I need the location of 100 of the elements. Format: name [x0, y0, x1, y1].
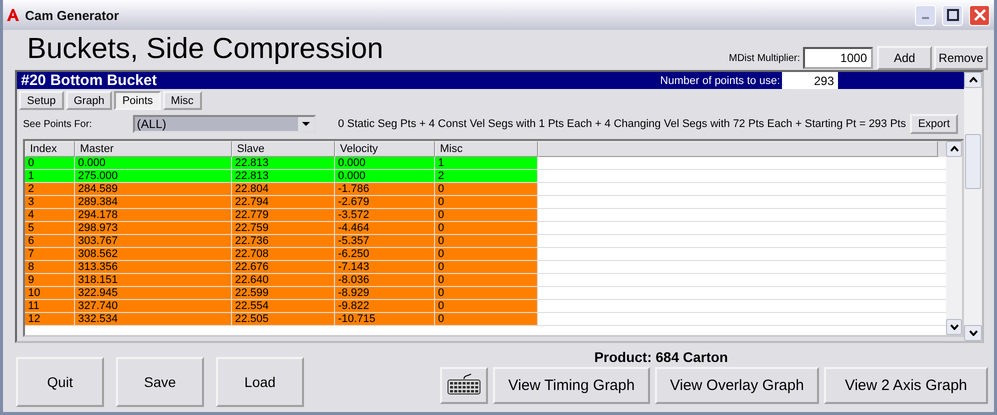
- table-cell: 275.000: [75, 170, 232, 182]
- mdist-label: MDist Multiplier:: [728, 53, 800, 64]
- table-cell: 0: [435, 183, 538, 195]
- graph-button[interactable]: View Overlay Graph: [655, 367, 819, 404]
- table-cell: -6.250: [335, 248, 435, 260]
- table-cell: 0: [435, 274, 538, 286]
- window-title: Cam Generator: [25, 8, 120, 22]
- toolbar-button[interactable]: Remove: [934, 46, 988, 70]
- table-cell: 22.759: [232, 222, 335, 234]
- table-cell: 0.000: [75, 157, 232, 169]
- tab[interactable]: Points: [114, 91, 161, 110]
- product-label: Product: 684 Carton: [594, 349, 728, 365]
- table-cell: 12: [25, 313, 75, 325]
- close-button[interactable]: [969, 4, 990, 26]
- table-cell: 22.794: [232, 196, 335, 208]
- table-cell: 4: [25, 209, 75, 221]
- see-points-label: See Points For:: [23, 118, 92, 130]
- table-cell: 22.599: [232, 287, 335, 299]
- maximize-icon: [946, 9, 958, 21]
- table-cell: 22.505: [232, 313, 335, 325]
- column-header[interactable]: Index: [25, 141, 75, 157]
- table-cell: 308.562: [75, 248, 232, 260]
- close-icon: [974, 9, 986, 21]
- table-scrollbar[interactable]: [946, 141, 962, 335]
- table-cell: 7: [25, 248, 75, 260]
- table-cell: 0: [25, 157, 75, 169]
- scroll-down-icon[interactable]: [950, 324, 958, 330]
- table-cell: 3: [25, 196, 75, 208]
- see-points-dropdown[interactable]: (ALL): [132, 115, 316, 133]
- minimize-button[interactable]: [915, 4, 936, 26]
- table-cell: -4.464: [335, 222, 435, 234]
- table-cell: -9.822: [335, 300, 435, 312]
- table-cell: 8: [25, 261, 75, 273]
- table-cell: 298.973: [75, 222, 232, 234]
- column-header[interactable]: Velocity: [335, 141, 435, 157]
- table-cell: 10: [25, 287, 75, 299]
- table-cell: 0: [435, 287, 538, 299]
- table-cell: 6: [25, 235, 75, 247]
- scroll-down-icon[interactable]: [968, 330, 978, 336]
- table-cell: 332.534: [75, 313, 232, 325]
- app-logo-icon: [7, 9, 19, 21]
- table-cell: 0: [435, 235, 538, 247]
- table-cell: 1: [435, 157, 538, 169]
- table-cell: 0: [435, 248, 538, 260]
- table-cell: -7.143: [335, 261, 435, 273]
- table-cell: -5.357: [335, 235, 435, 247]
- table-cell: 318.151: [75, 274, 232, 286]
- table-cell: -10.715: [335, 313, 435, 325]
- table-cell: 284.589: [75, 183, 232, 195]
- tab[interactable]: Graph: [66, 91, 112, 110]
- action-button[interactable]: Quit: [16, 357, 104, 407]
- table-cell: -8.036: [335, 274, 435, 286]
- column-header[interactable]: Slave: [232, 141, 335, 157]
- table-cell: -8.929: [335, 287, 435, 299]
- table-cell: 5: [25, 222, 75, 234]
- table-cell: 0: [435, 209, 538, 221]
- table-cell: 22.640: [232, 274, 335, 286]
- table-cell: 22.813: [232, 170, 335, 182]
- mdist-field[interactable]: 1000: [803, 47, 873, 69]
- action-button[interactable]: Load: [216, 357, 304, 407]
- points-field[interactable]: 293: [782, 72, 838, 89]
- table-cell: -1.786: [335, 183, 435, 195]
- graph-button[interactable]: View 2 Axis Graph: [824, 367, 988, 404]
- action-button[interactable]: Save: [116, 357, 204, 407]
- maximize-button[interactable]: [942, 4, 963, 26]
- cam-title: #20 Bottom Bucket: [21, 72, 158, 89]
- table-cell: 0: [435, 222, 538, 234]
- tab[interactable]: Misc: [162, 91, 202, 110]
- column-header[interactable]: Misc: [435, 141, 538, 157]
- table-cell: -2.679: [335, 196, 435, 208]
- summary-text: 0 Static Seg Pts + 4 Const Vel Segs with 1 Pts Each + 4 Changing Vel Segs with 72 Pts Each + Starting Pt = 293 Pts: [336, 118, 906, 130]
- table-cell: 22.676: [232, 261, 335, 273]
- page-heading: Buckets, Side Compression: [26, 33, 384, 67]
- scroll-up-icon[interactable]: [950, 146, 958, 152]
- table-cell: 22.708: [232, 248, 335, 260]
- table-cell: 0: [435, 313, 538, 325]
- table-cell: 9: [25, 274, 75, 286]
- export-button[interactable]: Export: [910, 114, 958, 134]
- panel-scrollbar[interactable]: [964, 72, 982, 341]
- keyboard-button[interactable]: [440, 367, 488, 404]
- table-cell: 11: [25, 300, 75, 312]
- column-header[interactable]: Master: [75, 141, 232, 157]
- table-cell: 2: [25, 183, 75, 195]
- table-cell: 0.000: [335, 157, 435, 169]
- table-cell: 0.000: [335, 170, 435, 182]
- scroll-up-icon[interactable]: [968, 77, 978, 83]
- table-cell: 22.804: [232, 183, 335, 195]
- graph-button[interactable]: View Timing Graph: [493, 367, 650, 404]
- table-cell: 0: [435, 300, 538, 312]
- table-cell: 322.945: [75, 287, 232, 299]
- table-cell: 303.767: [75, 235, 232, 247]
- table-cell: 0: [435, 261, 538, 273]
- table-cell: -3.572: [335, 209, 435, 221]
- keyboard-icon: [447, 373, 481, 395]
- table-cell: 289.384: [75, 196, 232, 208]
- scroll-thumb[interactable]: [965, 134, 981, 189]
- table-cell: 22.554: [232, 300, 335, 312]
- toolbar-button[interactable]: Add: [877, 46, 932, 70]
- tab[interactable]: Setup: [19, 91, 64, 110]
- table-cell: 294.178: [75, 209, 232, 221]
